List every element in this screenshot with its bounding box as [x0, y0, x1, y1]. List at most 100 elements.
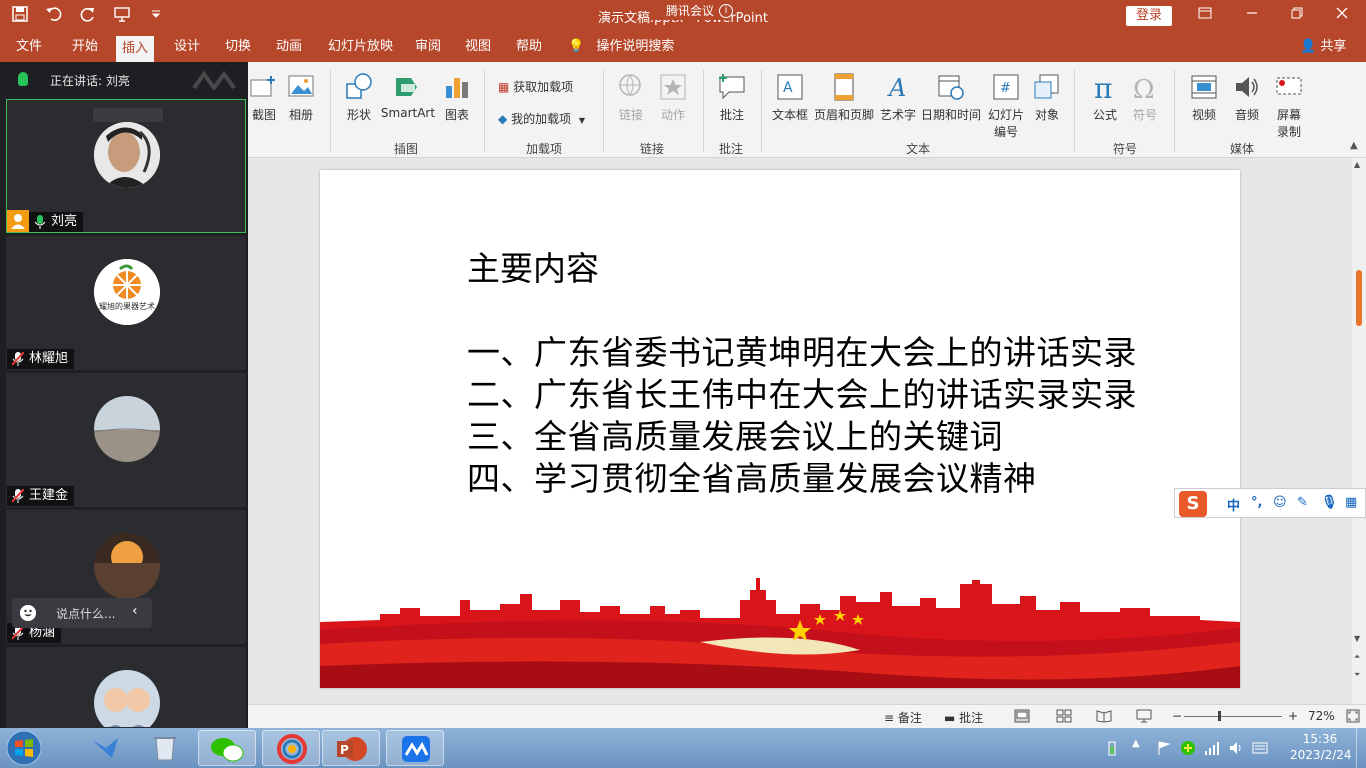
close-icon[interactable] [1330, 5, 1354, 25]
slide-sorter-icon[interactable] [1056, 709, 1072, 726]
next-slide-icon[interactable]: ⏷ [1354, 670, 1360, 680]
redo-icon[interactable] [78, 5, 98, 25]
show-desktop-button[interactable] [1356, 728, 1366, 768]
normal-view-icon[interactable] [1014, 709, 1030, 726]
tell-me-search[interactable]: 💡 操作说明搜索 [568, 32, 674, 62]
taskbar-app-wechat[interactable] [198, 730, 256, 766]
notes-button[interactable]: ≡ 备注 [884, 709, 922, 726]
ime-language-toggle[interactable]: 中 [1227, 495, 1240, 514]
tab-design[interactable]: 设计 [168, 32, 206, 62]
tab-help[interactable]: 帮助 [510, 32, 548, 62]
pin-handle[interactable] [93, 108, 163, 122]
toolbox-icon[interactable]: ▦ [1345, 495, 1357, 510]
shapes-button[interactable]: 形状 [342, 72, 376, 123]
comments-button[interactable]: ▬ 批注 [944, 709, 983, 726]
fit-slide-icon[interactable] [1346, 709, 1360, 726]
screen-record-button[interactable]: 屏幕 录制 [1272, 72, 1306, 140]
scroll-down-icon[interactable]: ▼ [1354, 634, 1360, 643]
tab-review[interactable]: 审阅 [409, 32, 447, 62]
punctuation-icon[interactable]: °, [1251, 495, 1262, 510]
present-icon[interactable] [112, 5, 132, 25]
collapse-ribbon-icon[interactable]: ▲ [1350, 140, 1358, 151]
album-button[interactable]: 相册 [284, 72, 318, 123]
wordart-button[interactable]: A 艺术字 [878, 72, 918, 123]
tab-insert[interactable]: 插入 [116, 36, 155, 62]
chart-button[interactable]: 图表 [440, 72, 474, 123]
symbol-button[interactable]: Ω 符号 [1128, 72, 1162, 123]
screenshot-button[interactable]: 截图 [248, 72, 280, 123]
zoom-level[interactable]: 72% [1308, 709, 1335, 723]
my-addins-button[interactable]: ◆ 我的加载项 ▼ [498, 110, 585, 127]
tab-view[interactable]: 视图 [459, 32, 497, 62]
slide-list-item[interactable]: 四、学习贯彻全省高质量发展会议精神 [467, 452, 1037, 500]
customize-qat-icon[interactable] [146, 5, 166, 25]
action-center-flag-icon[interactable] [1156, 740, 1172, 756]
system-clock[interactable]: 15:36 2023/2/24 [1290, 731, 1352, 763]
chat-input[interactable]: 说点什么... ‹ [12, 598, 152, 628]
login-button[interactable]: 登录 [1126, 6, 1172, 26]
restore-icon[interactable] [1285, 5, 1309, 25]
scroll-up-icon[interactable]: ▲ [1354, 160, 1360, 169]
header-footer-button[interactable]: 页眉和页脚 [812, 72, 876, 123]
video-button[interactable]: 视频 [1186, 72, 1222, 123]
link-button[interactable]: 链接 [614, 72, 648, 123]
taskbar-app-feishu[interactable] [76, 730, 134, 766]
action-button[interactable]: 动作 [656, 72, 690, 123]
smartart-button[interactable]: SmartArt [380, 72, 436, 120]
info-icon[interactable]: i [719, 4, 733, 18]
get-addins-button[interactable]: ▦ 获取加载项 [498, 78, 573, 95]
emoji-icon[interactable] [20, 605, 36, 621]
taskbar-app-tencent-meeting[interactable] [386, 730, 444, 766]
scroll-thumb[interactable] [1356, 270, 1362, 326]
reading-view-icon[interactable] [1096, 709, 1112, 726]
security-shield-icon[interactable] [1180, 740, 1196, 756]
tab-slideshow[interactable]: 幻灯片放映 [322, 32, 399, 62]
meeting-badge[interactable]: 腾讯会议 [650, 2, 731, 20]
chevron-left-icon[interactable]: ‹ [132, 603, 138, 619]
date-time-button[interactable]: 日期和时间 [920, 72, 982, 123]
volume-icon[interactable] [1228, 740, 1244, 756]
slide-canvas[interactable]: 主要内容 一、广东省委书记黄坤明在大会上的讲话实录 二、广东省长王伟中在大会上的… [320, 170, 1240, 688]
comment-button[interactable]: 批注 [714, 72, 750, 123]
vertical-scrollbar[interactable]: ▲ ▼ ⏶ ⏷ [1352, 158, 1366, 704]
sogou-logo-icon[interactable]: S [1179, 491, 1207, 517]
participant-tile[interactable] [6, 647, 246, 728]
zoom-in-icon[interactable]: + [1288, 709, 1298, 723]
slideshow-view-icon[interactable] [1136, 709, 1152, 726]
save-icon[interactable] [10, 5, 30, 25]
participant-tile[interactable]: 刘亮 [6, 99, 246, 233]
tab-animations[interactable]: 动画 [270, 32, 308, 62]
tab-file[interactable]: 文件 [10, 32, 48, 62]
start-button[interactable] [2, 729, 46, 767]
ribbon-display-icon[interactable] [1193, 5, 1217, 25]
slide-title[interactable]: 主要内容 [467, 242, 599, 290]
zoom-slider[interactable] [1184, 711, 1282, 721]
network-signal-icon[interactable] [1204, 740, 1220, 756]
battery-icon[interactable] [1104, 740, 1120, 756]
slide-list-item[interactable]: 三、全省高质量发展会议上的关键词 [467, 410, 1003, 458]
participant-tile[interactable]: 王建金 [6, 373, 246, 507]
zoom-out-icon[interactable]: − [1172, 709, 1182, 723]
share-button[interactable]: 👤 共享 [1300, 32, 1346, 62]
voice-icon[interactable]: 🎙 [1321, 495, 1338, 510]
taskbar-app-powerpoint[interactable]: P [322, 730, 380, 766]
tab-transitions[interactable]: 切换 [219, 32, 257, 62]
object-button[interactable]: 对象 [1030, 72, 1064, 123]
taskbar-app-recycle-bin[interactable] [136, 730, 194, 766]
pen-icon[interactable]: ✎ [1297, 495, 1308, 510]
slide-number-button[interactable]: # 幻灯片 编号 [984, 72, 1028, 140]
input-method-icon[interactable] [1252, 740, 1268, 756]
slide-list-item[interactable]: 一、广东省委书记黄坤明在大会上的讲话实录 [467, 326, 1137, 374]
audio-button[interactable]: 音频 [1230, 72, 1264, 123]
undo-icon[interactable] [44, 5, 64, 25]
textbox-button[interactable]: A 文本框 [770, 72, 810, 123]
tab-home[interactable]: 开始 [66, 32, 104, 62]
equation-button[interactable]: π 公式 [1088, 72, 1122, 123]
slide-list-item[interactable]: 二、广东省长王伟中在大会上的讲话实录实录 [467, 368, 1137, 416]
show-hidden-icons-icon[interactable]: ▲ [1132, 738, 1148, 754]
zoom-slider-thumb[interactable] [1218, 711, 1221, 721]
participant-tile[interactable]: 耀旭的果器艺术 林耀旭 [6, 236, 246, 370]
previous-slide-icon[interactable]: ⏶ [1354, 652, 1360, 662]
minimize-icon[interactable] [1240, 5, 1264, 25]
taskbar-app-browser[interactable] [262, 730, 320, 766]
